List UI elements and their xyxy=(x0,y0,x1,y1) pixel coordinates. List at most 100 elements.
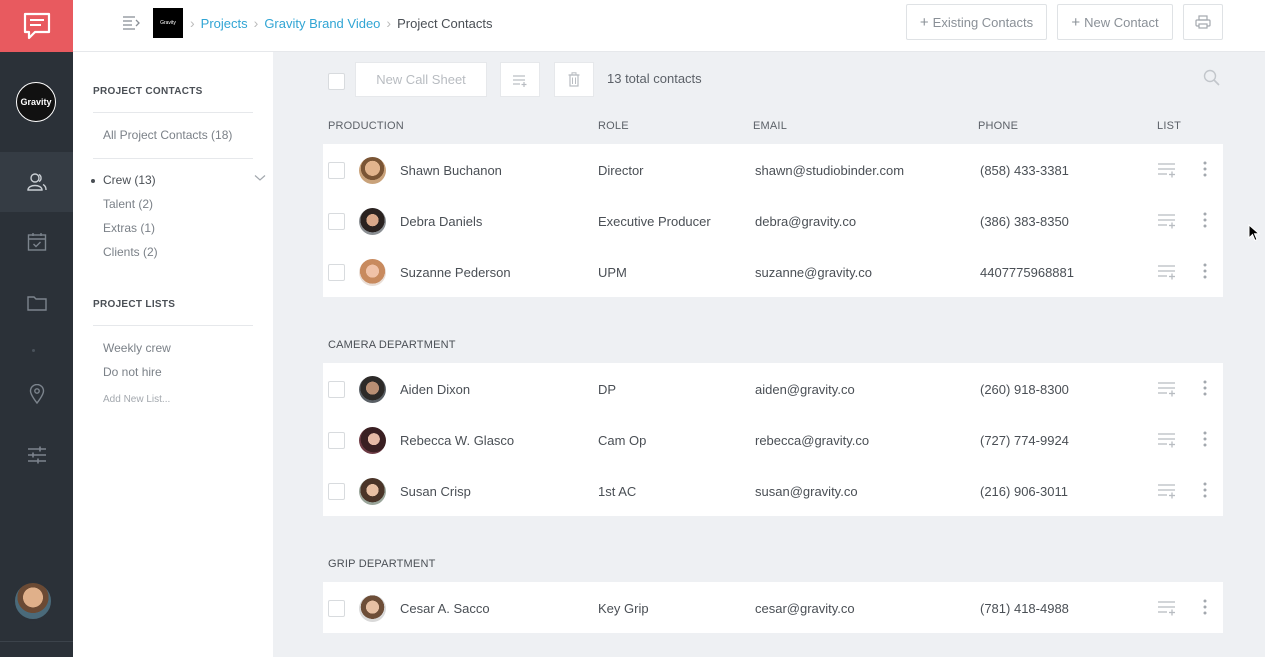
list-do-not-hire[interactable]: Do not hire xyxy=(103,365,162,379)
add-to-list-icon[interactable] xyxy=(1158,162,1176,178)
add-to-list-icon[interactable] xyxy=(1158,381,1176,397)
add-to-list-icon[interactable] xyxy=(1158,483,1176,499)
contact-name[interactable]: Susan Crisp xyxy=(400,484,471,499)
more-options-icon[interactable] xyxy=(1203,599,1207,615)
more-options-icon[interactable] xyxy=(1203,431,1207,447)
row-checkbox[interactable] xyxy=(328,162,345,179)
column-header-email[interactable]: EMAIL xyxy=(753,120,787,132)
column-header-phone[interactable]: PHONE xyxy=(978,120,1018,132)
row-checkbox[interactable] xyxy=(328,483,345,500)
avatar xyxy=(359,427,386,454)
contact-name[interactable]: Aiden Dixon xyxy=(400,382,470,397)
add-to-list-icon xyxy=(513,74,527,87)
chat-bubble-icon xyxy=(23,12,50,40)
add-to-list-icon[interactable] xyxy=(1158,432,1176,448)
location-pin-icon xyxy=(29,384,44,404)
table-row[interactable]: Aiden Dixon DP aiden@gravity.co (260) 91… xyxy=(323,363,1223,414)
more-options-icon[interactable] xyxy=(1203,212,1207,228)
select-all-checkbox[interactable] xyxy=(328,73,345,90)
contact-email[interactable]: debra@gravity.co xyxy=(755,214,856,229)
category-talent[interactable]: Talent (2) xyxy=(103,197,153,211)
nav-contacts[interactable] xyxy=(0,152,73,212)
contact-email[interactable]: susan@gravity.co xyxy=(755,484,858,499)
category-extras[interactable]: Extras (1) xyxy=(103,221,155,235)
list-weekly-crew[interactable]: Weekly crew xyxy=(103,341,171,355)
search-icon[interactable] xyxy=(1203,69,1220,86)
project-thumbnail[interactable]: Gravity xyxy=(153,8,183,38)
column-header-production[interactable]: PRODUCTION xyxy=(328,120,404,132)
contact-email[interactable]: aiden@gravity.co xyxy=(755,382,855,397)
more-options-icon[interactable] xyxy=(1203,263,1207,279)
row-checkbox[interactable] xyxy=(328,432,345,449)
user-avatar[interactable] xyxy=(13,581,53,621)
add-to-list-icon[interactable] xyxy=(1158,213,1176,229)
existing-contacts-button[interactable]: + Existing Contacts xyxy=(906,4,1047,40)
rail-footer xyxy=(0,641,73,657)
row-checkbox[interactable] xyxy=(328,264,345,281)
table-row[interactable]: Susan Crisp 1st AC susan@gravity.co (216… xyxy=(323,465,1223,516)
more-options-icon[interactable] xyxy=(1203,161,1207,177)
nav-locations[interactable] xyxy=(0,364,73,424)
contact-name[interactable]: Rebecca W. Glasco xyxy=(400,433,514,448)
plus-icon: + xyxy=(919,13,929,31)
breadcrumb-chevron-icon: › xyxy=(190,15,195,31)
contact-name[interactable]: Debra Daniels xyxy=(400,214,482,229)
category-crew[interactable]: Crew (13) xyxy=(103,173,156,187)
print-button[interactable] xyxy=(1183,4,1223,40)
all-project-contacts-link[interactable]: All Project Contacts (18) xyxy=(103,128,232,142)
nav-settings[interactable] xyxy=(0,425,73,485)
table-row[interactable]: Shawn Buchanon Director shawn@studiobind… xyxy=(323,144,1223,195)
avatar xyxy=(359,259,386,286)
contact-name[interactable]: Suzanne Pederson xyxy=(400,265,511,280)
menu-toggle-icon[interactable] xyxy=(122,14,140,32)
breadcrumb-chevron-icon: › xyxy=(253,15,259,31)
new-call-sheet-button[interactable]: New Call Sheet xyxy=(355,62,487,97)
org-logo-text: Gravity xyxy=(20,97,52,107)
contact-role: Executive Producer xyxy=(598,214,711,229)
plus-icon: + xyxy=(1071,13,1081,31)
column-header-list[interactable]: LIST xyxy=(1157,120,1181,132)
add-to-list-icon[interactable] xyxy=(1158,600,1176,616)
more-options-icon[interactable] xyxy=(1203,380,1207,396)
breadcrumb-project[interactable]: Gravity Brand Video xyxy=(264,16,380,31)
new-contact-button[interactable]: + New Contact xyxy=(1057,4,1173,40)
column-header-role[interactable]: ROLE xyxy=(598,120,629,132)
nav-calendar[interactable] xyxy=(0,212,73,272)
trash-icon xyxy=(568,72,580,87)
contact-name[interactable]: Shawn Buchanon xyxy=(400,163,502,178)
table-row[interactable]: Suzanne Pederson UPM suzanne@gravity.co … xyxy=(323,246,1223,297)
existing-contacts-label: Existing Contacts xyxy=(932,14,1034,30)
table-row[interactable]: Cesar A. Sacco Key Grip cesar@gravity.co… xyxy=(323,582,1223,633)
avatar xyxy=(359,157,386,184)
contact-email[interactable]: suzanne@gravity.co xyxy=(755,265,872,280)
breadcrumb-projects[interactable]: Projects xyxy=(201,16,248,31)
breadcrumb-chevron-icon: › xyxy=(386,15,392,31)
active-bullet xyxy=(91,179,95,183)
contact-email[interactable]: rebecca@gravity.co xyxy=(755,433,869,448)
more-options-icon[interactable] xyxy=(1203,482,1207,498)
row-checkbox[interactable] xyxy=(328,213,345,230)
contact-email[interactable]: shawn@studiobinder.com xyxy=(755,163,904,178)
avatar xyxy=(359,208,386,235)
row-checkbox[interactable] xyxy=(328,381,345,398)
row-checkbox[interactable] xyxy=(328,600,345,617)
folder-icon xyxy=(26,296,47,311)
add-new-list-link[interactable]: Add New List... xyxy=(103,394,170,405)
contact-role: Key Grip xyxy=(598,601,649,616)
contact-phone: (386) 383-8350 xyxy=(980,214,1069,229)
project-contacts-heading: PROJECT CONTACTS xyxy=(93,86,203,97)
breadcrumb: › Projects › Gravity Brand Video › Proje… xyxy=(190,15,492,31)
contact-role: Cam Op xyxy=(598,433,647,448)
contact-email[interactable]: cesar@gravity.co xyxy=(755,601,855,616)
chevron-down-icon[interactable] xyxy=(254,174,266,182)
table-row[interactable]: Debra Daniels Executive Producer debra@g… xyxy=(323,195,1223,246)
table-row[interactable]: Rebecca W. Glasco Cam Op rebecca@gravity… xyxy=(323,414,1223,465)
delete-button[interactable] xyxy=(554,62,594,97)
nav-files[interactable] xyxy=(0,273,73,333)
add-to-list-button[interactable] xyxy=(500,62,540,97)
contact-name[interactable]: Cesar A. Sacco xyxy=(400,601,490,616)
org-logo[interactable]: Gravity xyxy=(16,82,56,122)
category-clients[interactable]: Clients (2) xyxy=(103,245,158,259)
app-logo-button[interactable] xyxy=(0,0,73,52)
add-to-list-icon[interactable] xyxy=(1158,264,1176,280)
